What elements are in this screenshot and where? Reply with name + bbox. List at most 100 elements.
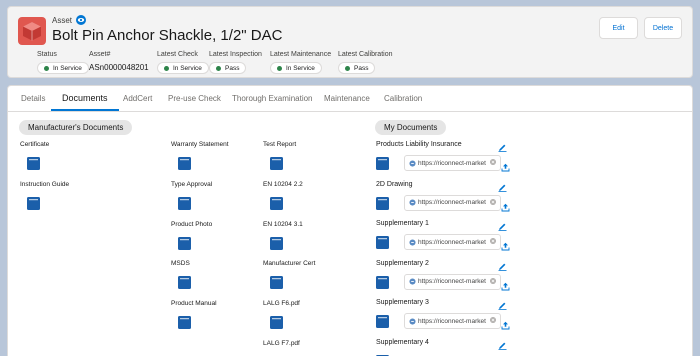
url-text: https://riconnect-market [418, 278, 486, 285]
link-icon [409, 238, 416, 246]
upload-icon[interactable] [501, 199, 510, 211]
my-document-label: 2D Drawing [376, 180, 413, 188]
url-text: https://riconnect-market [418, 238, 486, 246]
folder-icon[interactable] [376, 275, 389, 289]
folder-icon[interactable] [178, 316, 191, 329]
badge-text: In Service [53, 64, 82, 72]
folder-icon[interactable] [178, 197, 191, 210]
field-asset-number: Asset# ASn0000048201 [89, 51, 149, 72]
folder-icon[interactable] [178, 276, 191, 289]
badge-text: In Service [173, 64, 202, 72]
document-label: EN 10204 2.2 [263, 181, 303, 188]
status-dot [345, 65, 350, 71]
my-docs-heading: My Documents [375, 120, 447, 135]
clear-icon[interactable] [490, 317, 496, 325]
my-document-label: Products Liability Insurance [376, 141, 462, 148]
folder-icon[interactable] [178, 237, 191, 250]
field-latest-calibration: Latest Calibration Pass [338, 51, 392, 74]
document-label: LALG F7.pdf [263, 340, 300, 347]
document-label: Instruction Guide [20, 181, 70, 188]
object-kind-label: Asset [52, 15, 73, 25]
status-dot [277, 65, 282, 71]
folder-icon[interactable] [376, 315, 389, 328]
pencil-icon[interactable] [498, 337, 507, 350]
status-badge: Pass [209, 62, 247, 74]
pencil-icon[interactable] [498, 139, 507, 152]
link-icon [409, 278, 416, 285]
upload-icon[interactable] [501, 238, 510, 251]
document-label: Manufacturer Cert [263, 260, 316, 267]
folder-icon[interactable] [270, 157, 283, 170]
folder-icon[interactable] [376, 236, 389, 249]
field-value: ASn0000048201 [89, 63, 149, 72]
clear-icon[interactable] [490, 198, 496, 207]
tab-addcert[interactable]: AddCert [123, 94, 152, 103]
field-latest-check: Latest Check In Service [157, 51, 209, 74]
field-label: Latest Calibration [338, 51, 393, 58]
upload-icon[interactable] [501, 278, 510, 290]
upload-icon[interactable] [501, 317, 510, 330]
folder-icon[interactable] [270, 237, 283, 250]
status-badge: Pass [338, 62, 376, 74]
badge-text: Pass [225, 64, 240, 72]
document-label: EN 10204 3.1 [263, 221, 303, 228]
page-title: Bolt Pin Anchor Shackle, 1/2" DAC [52, 27, 283, 44]
eye-icon[interactable] [76, 15, 87, 25]
pencil-icon[interactable] [498, 218, 507, 231]
clear-icon[interactable] [490, 238, 496, 246]
folder-icon[interactable] [178, 157, 191, 170]
folder-icon[interactable] [270, 197, 283, 210]
pencil-icon[interactable] [498, 297, 507, 310]
record-header: Asset Bolt Pin Anchor Shackle, 1/2" DAC … [7, 6, 693, 78]
my-document-label: Supplementary 1 [376, 220, 429, 227]
status-badge: In Service [270, 62, 322, 74]
document-label: LALG F6.pdf [263, 300, 300, 307]
document-label: Test Report [263, 141, 297, 148]
url-text: https://riconnect-market [418, 199, 486, 206]
document-label: Type Approval [171, 181, 213, 188]
document-label: Warranty Statement [171, 141, 229, 148]
url-field[interactable]: https://riconnect-market [404, 155, 501, 171]
status-dot [216, 65, 221, 71]
clear-icon[interactable] [490, 277, 496, 286]
edit-button[interactable]: Edit [599, 17, 638, 39]
pencil-icon[interactable] [498, 258, 507, 271]
url-field[interactable]: https://riconnect-market [404, 273, 501, 290]
folder-icon[interactable] [27, 197, 40, 210]
link-icon [409, 159, 416, 167]
field-label: Latest Inspection [209, 51, 262, 58]
field-label: Status [37, 51, 57, 58]
pencil-icon[interactable] [498, 179, 507, 192]
tab-maintenance[interactable]: Maintenance [324, 94, 370, 103]
document-label: Product Manual [171, 300, 217, 307]
delete-button[interactable]: Delete [644, 17, 682, 39]
clear-icon[interactable] [490, 159, 496, 167]
tab-documents[interactable]: Documents [62, 93, 108, 103]
link-icon [409, 199, 416, 206]
url-text: https://riconnect-market [418, 317, 486, 325]
my-document-label: Supplementary 3 [376, 299, 429, 306]
status-badge: In Service [37, 62, 89, 74]
badge-text: In Service [286, 64, 315, 72]
folder-icon[interactable] [270, 276, 283, 289]
tab-calibration[interactable]: Calibration [384, 94, 422, 103]
tab-details[interactable]: Details [21, 94, 45, 103]
document-label: Product Photo [171, 221, 213, 228]
folder-icon[interactable] [27, 157, 40, 170]
badge-text: Pass [354, 64, 369, 72]
manufacturer-docs-heading: Manufacturer's Documents [19, 120, 133, 135]
active-tab-indicator [51, 109, 119, 111]
url-field[interactable]: https://riconnect-market [404, 194, 501, 211]
url-field[interactable]: https://riconnect-market [404, 313, 501, 329]
tab-pre-use-check[interactable]: Pre-use Check [168, 94, 221, 103]
folder-icon[interactable] [270, 316, 283, 329]
link-icon [409, 317, 416, 325]
folder-icon[interactable] [376, 196, 389, 210]
documents-card: Details Documents AddCert Pre-use Check … [7, 85, 693, 356]
field-label: Latest Check [157, 51, 198, 58]
object-kind: Asset [52, 15, 87, 25]
url-field[interactable]: https://riconnect-market [404, 234, 501, 250]
folder-icon[interactable] [376, 157, 389, 170]
upload-icon[interactable] [501, 159, 510, 172]
tab-thorough-examination[interactable]: Thorough Examination [232, 94, 313, 103]
